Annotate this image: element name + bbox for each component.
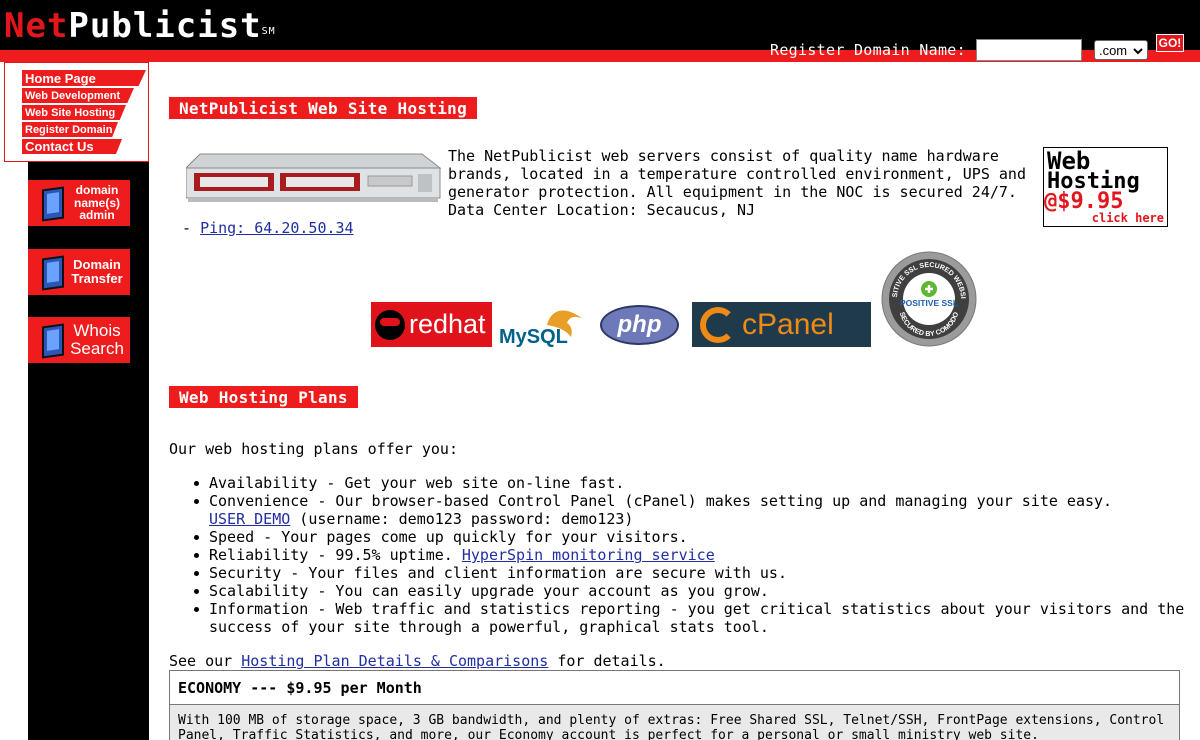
ssl-seal-mid-text: POSITIVE SSL — [900, 298, 958, 308]
domain-name-input[interactable] — [975, 39, 1082, 61]
economy-plan-description: With 100 MB of storage space, 3 GB bandw… — [170, 705, 1179, 740]
list-item: Convenience - Our browser-based Control … — [188, 492, 1188, 528]
logo-net: Net — [4, 6, 69, 46]
register-domain-label: Register Domain Name: — [770, 41, 966, 59]
feature-scalability: Scalability - You can easily upgrade you… — [209, 582, 769, 600]
list-item: Availability - Get your web site on-line… — [188, 474, 1188, 492]
server-image — [184, 148, 442, 206]
hosting-section-title: NetPublicist Web Site Hosting — [169, 97, 478, 119]
plans-section-title: Web Hosting Plans — [169, 386, 358, 408]
feature-reliability: Reliability - 99.5% uptime. — [209, 546, 462, 564]
list-item: Reliability - 99.5% uptime. HyperSpin mo… — [188, 546, 1188, 564]
whois-search-label: Whois Search — [70, 321, 124, 358]
features-list: Availability - Get your web site on-line… — [188, 474, 1188, 636]
redhat-logo-text: redhat — [409, 309, 486, 339]
left-sidebar — [28, 62, 149, 740]
hyperspin-link[interactable]: HyperSpin monitoring service — [462, 546, 715, 564]
site-logo[interactable]: NetPublicistSM — [4, 6, 276, 46]
see-details-line: See our Hosting Plan Details & Compariso… — [169, 652, 666, 670]
domain-transfer-label: Domain Transfer — [71, 257, 123, 286]
cpanel-logo-text: cPanel — [742, 307, 834, 341]
nav-contact-us[interactable]: Contact Us — [22, 139, 122, 154]
hosting-intro-text: The NetPublicist web servers consist of … — [448, 147, 1026, 219]
redhat-hat-icon — [375, 309, 405, 340]
cpanel-logo: cPanel — [692, 302, 871, 347]
register-domain-form: Register Domain Name: .com GO! — [770, 34, 1184, 62]
php-logo: php — [600, 305, 679, 345]
tld-selected-value: .com — [1098, 42, 1128, 58]
cpanel-c-icon — [700, 306, 736, 343]
list-item: Scalability - You can easily upgrade you… — [188, 582, 1188, 600]
mysql-logo-text: MySQL — [499, 326, 568, 347]
monitor-icon — [42, 255, 64, 291]
nav-web-site-hosting[interactable]: Web Site Hosting — [22, 105, 126, 120]
ping-link[interactable]: Ping: 64.20.50.34 — [200, 219, 354, 237]
feature-speed: Speed - Your pages come up quickly for y… — [209, 528, 688, 546]
go-button[interactable]: GO! — [1155, 34, 1184, 52]
list-item: Security - Your files and client informa… — [188, 564, 1188, 582]
user-demo-credentials: (username: demo123 password: demo123) — [290, 510, 634, 528]
promo-click-here: click here — [1091, 211, 1164, 225]
web-hosting-promo-banner[interactable]: Web Hosting @$9.95 click here — [1043, 147, 1168, 227]
feature-security: Security - Your files and client informa… — [209, 564, 787, 582]
ping-prefix: - — [182, 219, 201, 237]
positive-ssl-seal[interactable]: POSITIVE SSL SECURED WEBSITE SECURED BY … — [877, 245, 978, 348]
see-prefix: See our — [169, 652, 242, 670]
plans-intro-text: Our web hosting plans offer you: — [169, 440, 458, 458]
economy-plan-box: ECONOMY --- $9.95 per Month With 100 MB … — [169, 670, 1180, 740]
whois-search-button[interactable]: Whois Search — [28, 317, 130, 363]
nav-web-development[interactable]: Web Development — [22, 88, 134, 103]
nav-home-page[interactable]: Home Page — [22, 70, 146, 86]
redhat-logo: redhat — [371, 302, 492, 347]
chevron-down-icon — [1133, 43, 1143, 58]
monitor-icon — [42, 323, 64, 359]
mysql-logo: MySQL — [499, 303, 589, 348]
logo-sm: SM — [261, 26, 276, 37]
list-item: Speed - Your pages come up quickly for y… — [188, 528, 1188, 546]
list-item: Information - Web traffic and statistics… — [188, 600, 1188, 636]
nav-register-domain[interactable]: Register Domain — [22, 122, 118, 137]
user-demo-link[interactable]: USER DEMO — [209, 510, 290, 528]
plan-details-link[interactable]: Hosting Plan Details & Comparisons — [241, 652, 548, 670]
monitor-icon — [42, 186, 64, 222]
tld-select[interactable]: .com — [1093, 40, 1148, 60]
economy-plan-title: ECONOMY --- $9.95 per Month — [170, 671, 1179, 705]
feature-convenience: Convenience - Our browser-based Control … — [209, 492, 1113, 510]
domain-admin-label: domain name(s) admin — [73, 183, 120, 223]
feature-availability: Availability - Get your web site on-line… — [209, 474, 625, 492]
see-suffix: for details. — [548, 652, 666, 670]
ping-line: - Ping: 64.20.50.34 — [182, 219, 354, 237]
logo-publicist: Publicist — [68, 6, 262, 46]
feature-information: Information - Web traffic and statistics… — [209, 600, 1185, 636]
domain-transfer-button[interactable]: Domain Transfer — [28, 249, 130, 295]
domain-admin-button[interactable]: domain name(s) admin — [28, 180, 130, 226]
